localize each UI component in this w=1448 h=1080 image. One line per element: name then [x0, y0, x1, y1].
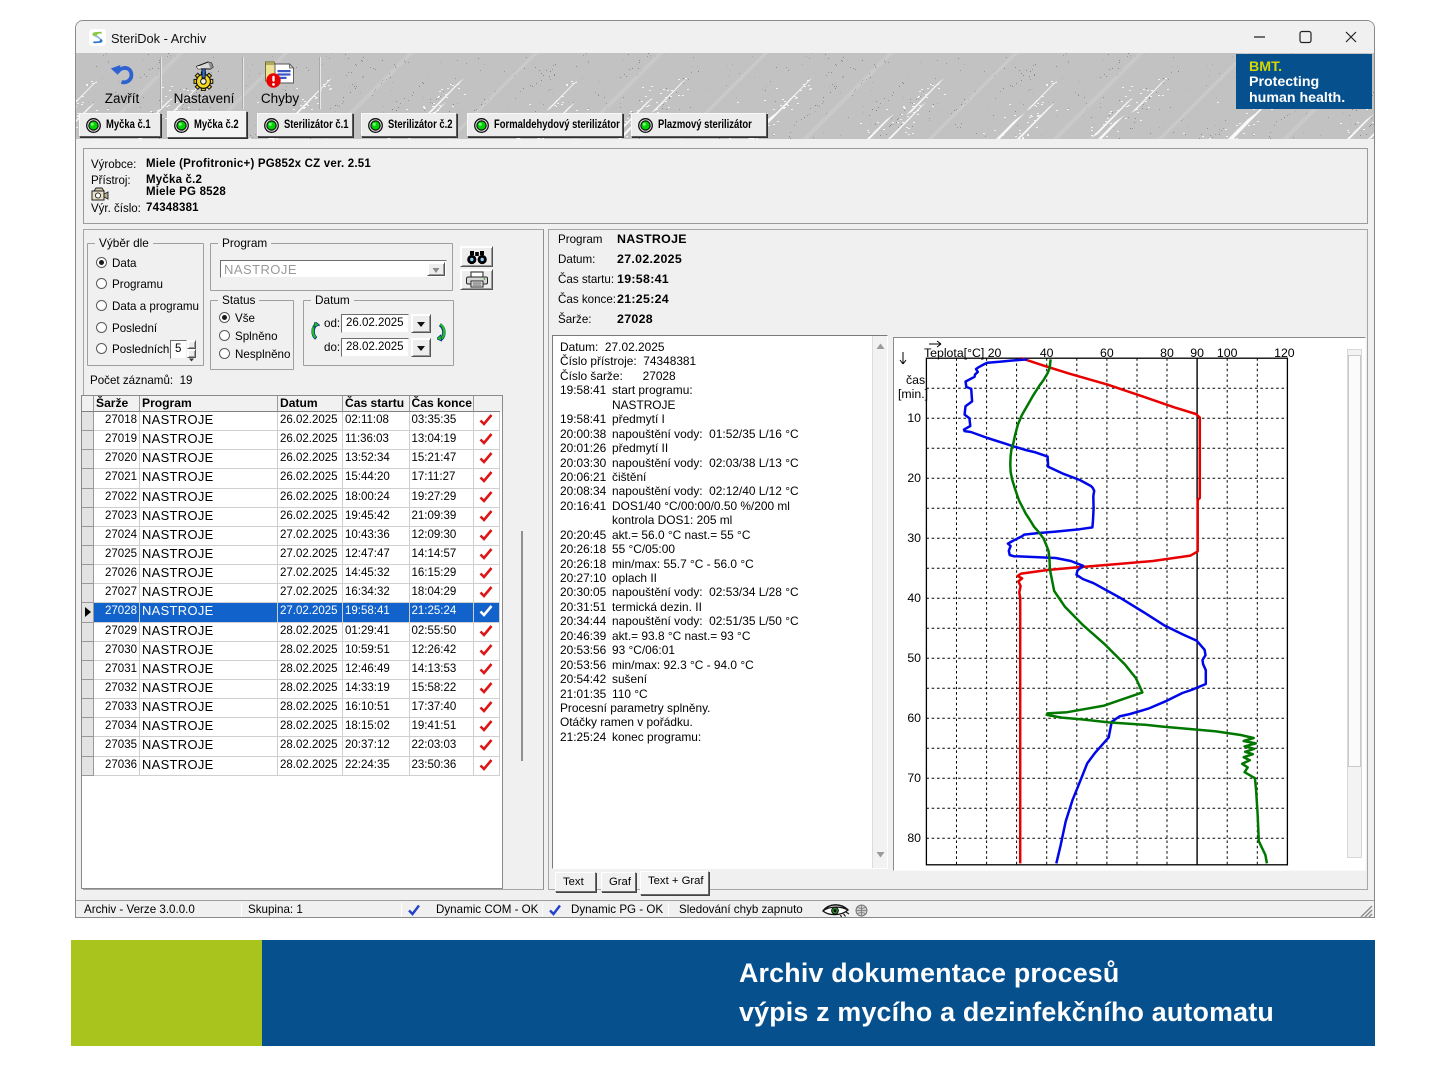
- svg-text:60: 60: [1100, 346, 1114, 360]
- svg-text:40: 40: [907, 591, 921, 605]
- svg-text:90: 90: [1190, 346, 1204, 360]
- svg-text:40: 40: [1040, 346, 1054, 360]
- svg-text:70: 70: [907, 771, 921, 785]
- svg-text:80: 80: [1160, 346, 1174, 360]
- svg-text:50: 50: [907, 651, 921, 665]
- svg-text:100: 100: [1217, 346, 1238, 360]
- svg-text:čas: čas: [906, 373, 925, 387]
- svg-text:60: 60: [907, 711, 921, 725]
- svg-text:[min.]: [min.]: [898, 387, 928, 401]
- svg-text:30: 30: [907, 531, 921, 545]
- svg-text:20: 20: [907, 471, 921, 485]
- svg-text:80: 80: [907, 831, 921, 845]
- svg-text:120: 120: [1274, 346, 1295, 360]
- svg-text:Teplota[°C] 20: Teplota[°C] 20: [924, 346, 1002, 360]
- svg-text:10: 10: [907, 411, 921, 425]
